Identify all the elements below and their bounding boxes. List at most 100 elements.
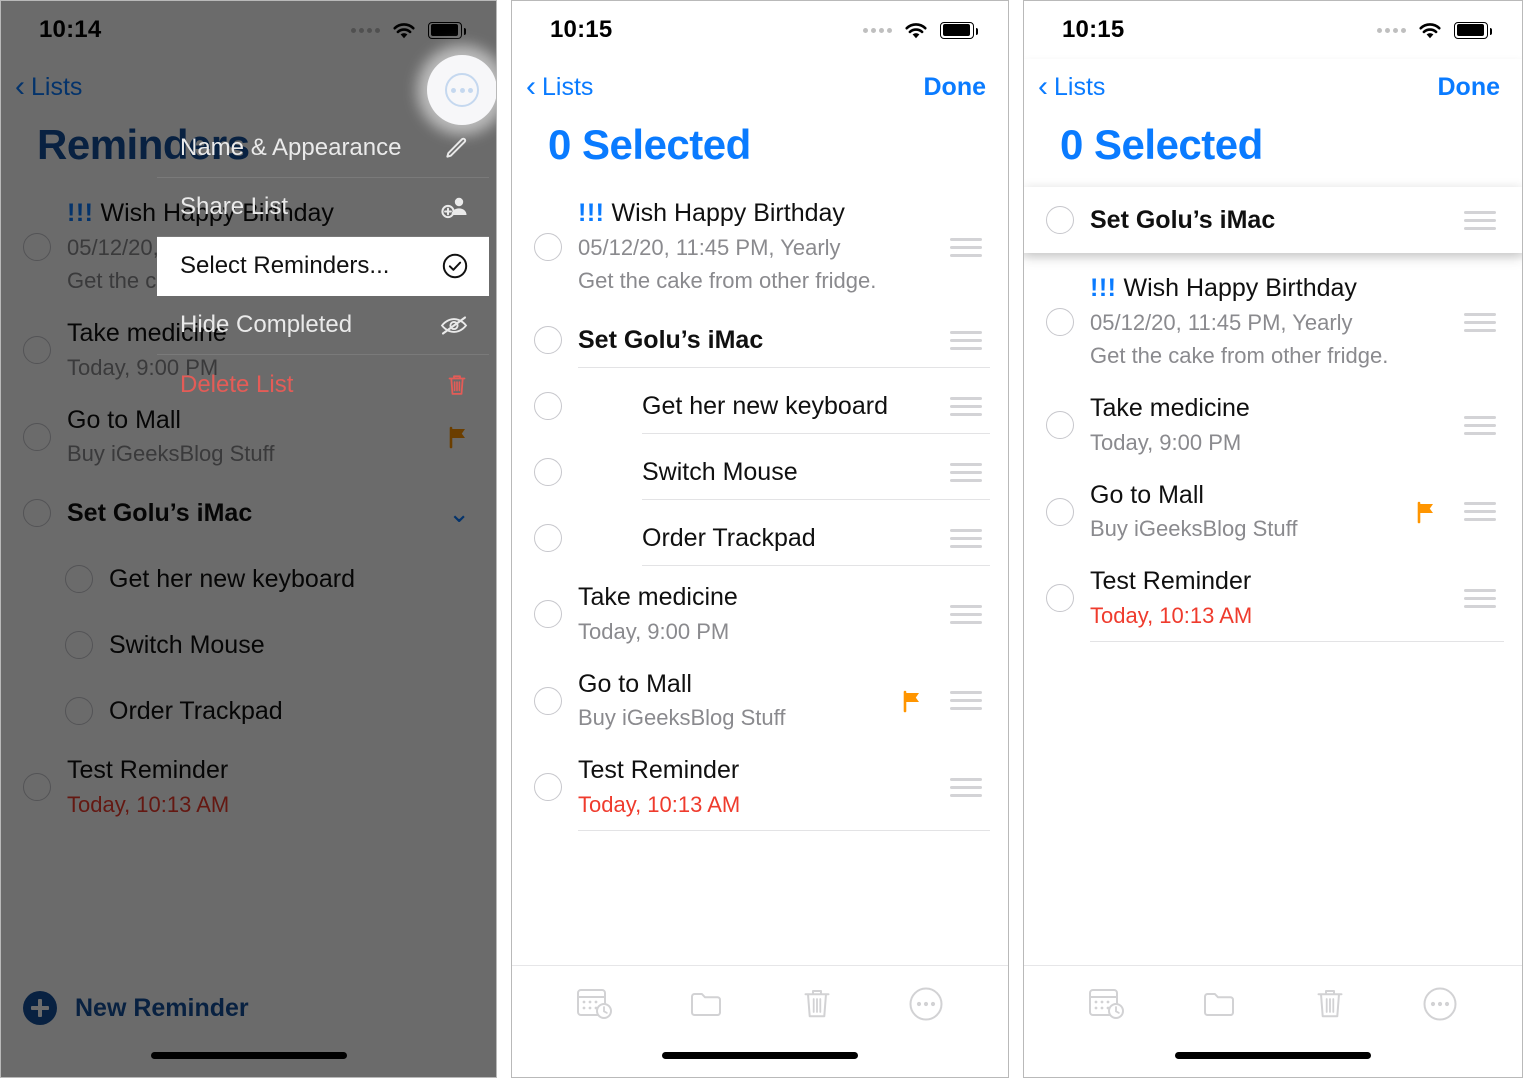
list-item[interactable]: Take medicine Today, 9:00 PM bbox=[1024, 382, 1522, 470]
row-accessories bbox=[1464, 415, 1522, 435]
select-toggle[interactable] bbox=[1046, 497, 1074, 526]
home-indicator bbox=[1175, 1052, 1371, 1059]
menu-item-hide-completed[interactable]: Hide Completed bbox=[157, 296, 489, 355]
reorder-grip-icon[interactable] bbox=[1464, 588, 1496, 608]
chevron-left-icon: ‹ bbox=[1038, 70, 1048, 103]
list-item[interactable]: Test Reminder Today, 10:13 AM bbox=[512, 744, 1008, 832]
menu-item-share-list[interactable]: Share List bbox=[157, 178, 489, 237]
select-toggle[interactable] bbox=[534, 773, 562, 802]
list-item[interactable]: !!! Wish Happy Birthday 05/12/20, 11:45 … bbox=[512, 187, 1008, 309]
status-bar: 10:15 bbox=[512, 1, 1008, 59]
select-toggle[interactable] bbox=[1046, 206, 1074, 234]
priority-badge: !!! bbox=[1090, 274, 1117, 302]
pencil-icon bbox=[443, 135, 469, 161]
reminder-date: 05/12/20, 11:45 PM, Yearly bbox=[578, 234, 841, 260]
checkmark-circle-icon bbox=[441, 252, 469, 280]
done-button[interactable]: Done bbox=[1438, 73, 1501, 102]
list-item[interactable]: Go to Mall Buy iGeeksBlog Stuff bbox=[512, 657, 1008, 746]
back-to-lists-button[interactable]: ‹ Lists bbox=[526, 72, 593, 102]
list-item[interactable]: !!! Wish Happy Birthday 05/12/20, 11:45 … bbox=[1024, 262, 1522, 384]
calendar-clock-icon[interactable] bbox=[1088, 986, 1126, 1022]
list-item-body: Get her new keyboard bbox=[642, 390, 990, 434]
back-label: Lists bbox=[542, 72, 594, 101]
select-toggle[interactable] bbox=[1046, 584, 1074, 613]
row-accessories bbox=[1414, 500, 1522, 524]
list-item-body: !!! Wish Happy Birthday 05/12/20, 11:45 … bbox=[1090, 272, 1504, 384]
list-item[interactable]: Set Golu’s iMac bbox=[512, 307, 1008, 374]
back-to-lists-button[interactable]: ‹ Lists bbox=[1038, 72, 1105, 102]
status-indicators bbox=[863, 21, 978, 40]
row-accessories bbox=[1464, 312, 1522, 332]
reorder-grip-icon[interactable] bbox=[950, 396, 982, 416]
reorder-grip-icon[interactable] bbox=[950, 528, 982, 548]
reminder-date: Today, 9:00 PM bbox=[578, 618, 730, 644]
dragged-list-item[interactable]: Set Golu’s iMac bbox=[1024, 187, 1522, 253]
select-toggle[interactable] bbox=[534, 524, 562, 553]
row-separator bbox=[642, 498, 990, 500]
list-item-body: Set Golu’s iMac bbox=[1090, 204, 1464, 237]
reminder-note: Buy iGeeksBlog Stuff bbox=[578, 705, 786, 731]
reorder-grip-icon[interactable] bbox=[950, 462, 982, 482]
reorder-grip-icon[interactable] bbox=[950, 691, 982, 711]
list-item-body: Set Golu’s iMac bbox=[578, 324, 990, 368]
battery-icon bbox=[1454, 21, 1492, 39]
calendar-clock-icon[interactable] bbox=[576, 986, 614, 1022]
reminder-note: Get the cake from other fridge. bbox=[1090, 343, 1389, 369]
drag-drop-shadow bbox=[1024, 253, 1522, 262]
ellipsis-circle-icon[interactable] bbox=[1422, 986, 1458, 1022]
bottom-toolbar bbox=[512, 965, 1008, 1077]
reminder-note: Buy iGeeksBlog Stuff bbox=[1090, 516, 1298, 542]
reminder-title: Set Golu’s iMac bbox=[578, 326, 764, 355]
ellipsis-circle-icon[interactable] bbox=[908, 986, 944, 1022]
page-title: 0 Selected bbox=[1060, 121, 1263, 168]
reorder-grip-icon[interactable] bbox=[1464, 415, 1496, 435]
nav-bar: ‹ Lists Done bbox=[512, 59, 1008, 115]
trash-icon[interactable] bbox=[1314, 986, 1346, 1022]
folder-icon[interactable] bbox=[689, 988, 725, 1020]
folder-icon[interactable] bbox=[1202, 988, 1238, 1020]
list-item[interactable]: Take medicine Today, 9:00 PM bbox=[512, 571, 1008, 659]
reorder-grip-icon[interactable] bbox=[950, 604, 982, 624]
reorder-grip-icon[interactable] bbox=[950, 330, 982, 350]
reminder-date: Today, 10:13 AM bbox=[1090, 602, 1253, 628]
status-time: 10:15 bbox=[1062, 16, 1125, 43]
reorder-grip-icon[interactable] bbox=[1464, 210, 1496, 230]
trash-icon[interactable] bbox=[801, 986, 833, 1022]
more-button-spotlight[interactable] bbox=[427, 55, 496, 125]
select-toggle[interactable] bbox=[1046, 411, 1074, 440]
row-accessories bbox=[1464, 210, 1522, 230]
select-toggle[interactable] bbox=[534, 392, 562, 421]
reorder-grip-icon[interactable] bbox=[950, 237, 982, 257]
list-item[interactable]: Go to Mall Buy iGeeksBlog Stuff bbox=[1024, 468, 1522, 557]
select-toggle[interactable] bbox=[534, 600, 562, 629]
select-toggle[interactable] bbox=[534, 326, 562, 355]
list-item-body: Test Reminder Today, 10:13 AM bbox=[1090, 565, 1504, 643]
chevron-left-icon: ‹ bbox=[526, 70, 536, 103]
menu-item-name-appearance[interactable]: Name & Appearance bbox=[157, 119, 489, 178]
menu-item-delete-list[interactable]: Delete List bbox=[157, 355, 489, 414]
reminder-title: Go to Mall bbox=[1090, 480, 1204, 509]
reorder-grip-icon[interactable] bbox=[950, 777, 982, 797]
select-toggle[interactable] bbox=[534, 686, 562, 715]
list-item[interactable]: Test Reminder Today, 10:13 AM bbox=[1024, 555, 1522, 643]
reminder-title: Go to Mall bbox=[578, 669, 692, 698]
select-toggle[interactable] bbox=[534, 458, 562, 487]
reminder-title: Set Golu’s iMac bbox=[1090, 205, 1276, 234]
menu-item-select-reminders[interactable]: Select Reminders... bbox=[157, 237, 489, 296]
done-button[interactable]: Done bbox=[924, 73, 987, 102]
reorder-grip-icon[interactable] bbox=[1464, 312, 1496, 332]
row-separator bbox=[642, 564, 990, 566]
select-toggle[interactable] bbox=[534, 233, 562, 262]
reminder-title: Take medicine bbox=[1090, 394, 1250, 423]
row-separator bbox=[642, 432, 990, 434]
trash-icon bbox=[445, 372, 469, 398]
reorder-grip-icon[interactable] bbox=[1464, 502, 1496, 522]
list-item[interactable]: Switch Mouse bbox=[512, 439, 1008, 506]
menu-item-label: Name & Appearance bbox=[180, 134, 402, 161]
list-item[interactable]: Get her new keyboard bbox=[512, 373, 1008, 440]
select-toggle[interactable] bbox=[1046, 308, 1074, 337]
list-item-body: Switch Mouse bbox=[642, 456, 990, 500]
list-item[interactable]: Order Trackpad bbox=[512, 505, 1008, 572]
context-menu: Name & Appearance Share List Select Remi… bbox=[157, 119, 489, 414]
status-bar: 10:15 bbox=[1024, 1, 1522, 59]
